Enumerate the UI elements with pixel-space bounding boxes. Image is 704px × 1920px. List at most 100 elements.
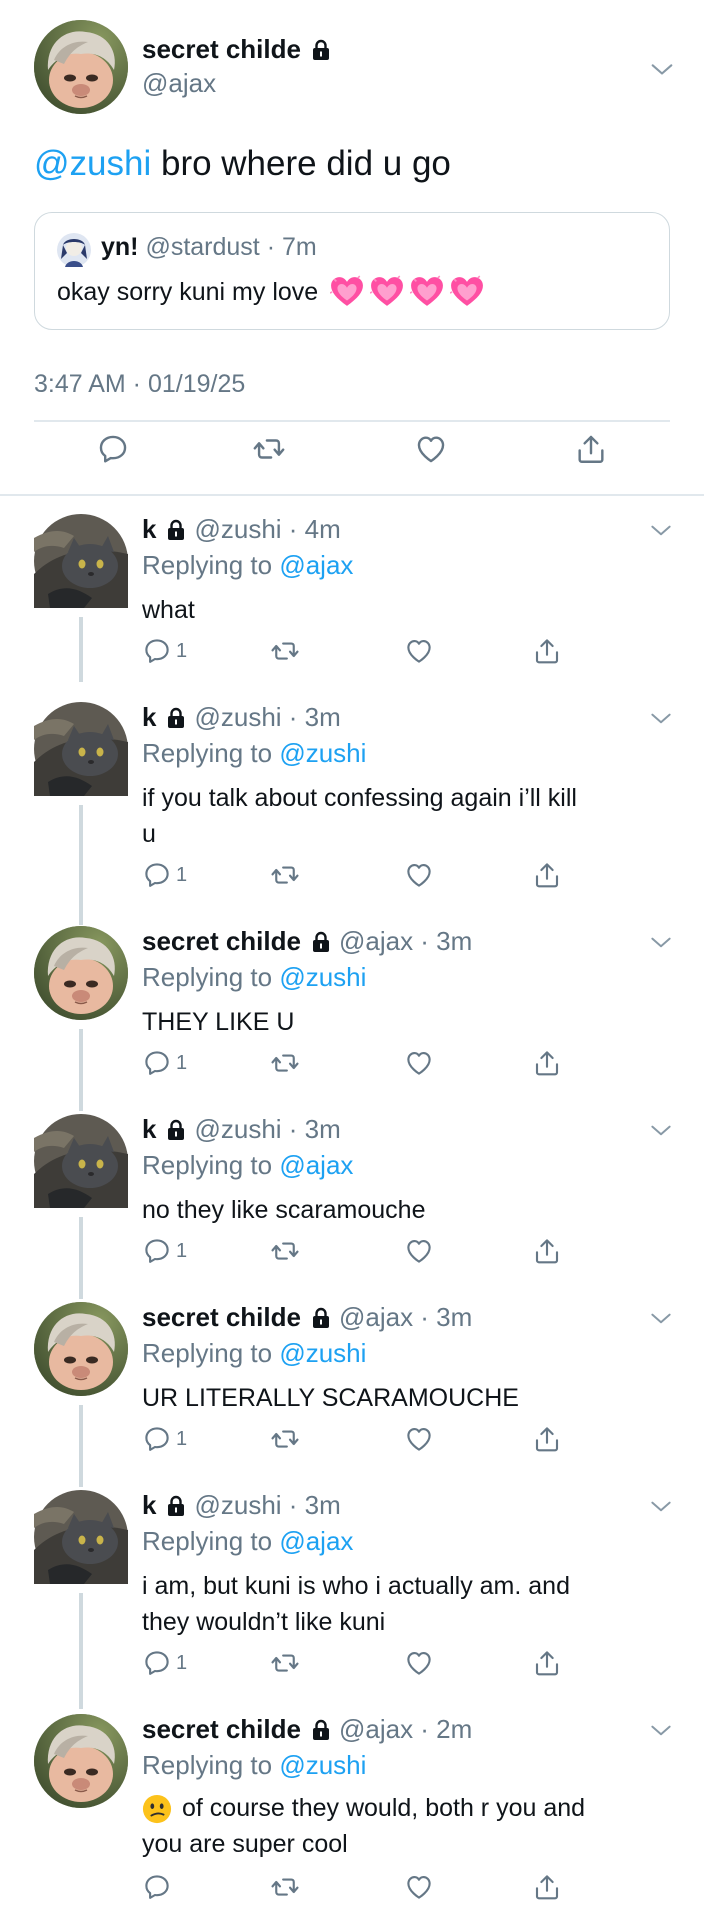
reply-icon[interactable]: [142, 1048, 172, 1078]
like-button[interactable]: [404, 1872, 434, 1902]
reply-icon[interactable]: [142, 1424, 172, 1454]
avatar[interactable]: [34, 926, 128, 1020]
retweet-icon[interactable]: [270, 1048, 300, 1078]
like-button[interactable]: [404, 860, 434, 890]
retweet-button[interactable]: [270, 1424, 300, 1454]
author-handle[interactable]: @ajax: [142, 68, 216, 99]
chevron-down-icon[interactable]: [648, 1306, 674, 1332]
avatar[interactable]: [34, 1490, 128, 1584]
share-icon[interactable]: [574, 432, 608, 466]
reply-tweet[interactable]: k @zushi · 3m Replying to @zushi if you …: [0, 702, 704, 912]
replying-to-link[interactable]: @ajax: [279, 1526, 353, 1556]
reply-button[interactable]: 1: [142, 636, 187, 666]
replying-to-link[interactable]: @ajax: [279, 550, 353, 580]
share-icon[interactable]: [532, 1648, 562, 1678]
replying-to-link[interactable]: @zushi: [279, 1338, 366, 1368]
reply-button[interactable]: 1: [142, 860, 187, 890]
reply-button[interactable]: [142, 1872, 172, 1902]
avatar[interactable]: [34, 1114, 128, 1208]
quoted-tweet[interactable]: yn! @stardust · 7m okay sorry kuni my lo…: [34, 212, 670, 330]
avatar[interactable]: [34, 1714, 128, 1808]
author-name[interactable]: secret childe: [142, 926, 301, 957]
like-button[interactable]: [404, 1236, 434, 1266]
share-icon[interactable]: [532, 636, 562, 666]
retweet-button[interactable]: [270, 1236, 300, 1266]
chevron-down-icon[interactable]: [648, 1494, 674, 1520]
chevron-down-icon[interactable]: [648, 518, 674, 544]
like-button[interactable]: [404, 1048, 434, 1078]
reply-button[interactable]: 1: [142, 1424, 187, 1454]
share-button[interactable]: [532, 1048, 562, 1078]
chevron-down-icon[interactable]: [648, 56, 676, 84]
chevron-down-icon[interactable]: [648, 1718, 674, 1744]
like-icon[interactable]: [404, 1048, 434, 1078]
mention-link[interactable]: @zushi: [34, 144, 151, 183]
replying-to-link[interactable]: @ajax: [279, 1150, 353, 1180]
share-button[interactable]: [532, 1236, 562, 1266]
reply-tweet[interactable]: k @zushi · 3m Replying to @ajax no they …: [0, 1114, 704, 1284]
share-button[interactable]: [532, 1424, 562, 1454]
author-name[interactable]: k: [142, 514, 156, 545]
reply-icon[interactable]: [142, 1872, 172, 1902]
avatar[interactable]: [34, 20, 128, 114]
like-icon[interactable]: [404, 1648, 434, 1678]
like-button[interactable]: [404, 1424, 434, 1454]
retweet-button[interactable]: [270, 636, 300, 666]
replying-to-link[interactable]: @zushi: [279, 1750, 366, 1780]
chevron-down-icon[interactable]: [648, 930, 674, 956]
retweet-button[interactable]: [270, 1648, 300, 1678]
like-button[interactable]: [404, 636, 434, 666]
avatar[interactable]: [34, 1302, 128, 1396]
reply-button[interactable]: 1: [142, 1236, 187, 1266]
share-icon[interactable]: [532, 1048, 562, 1078]
retweet-button[interactable]: [270, 1048, 300, 1078]
like-icon[interactable]: [404, 636, 434, 666]
reply-tweet[interactable]: k @zushi · 3m Replying to @ajax i am, bu…: [0, 1490, 704, 1700]
like-icon[interactable]: [414, 432, 448, 466]
like-icon[interactable]: [404, 1424, 434, 1454]
avatar[interactable]: [34, 514, 128, 608]
reply-tweet[interactable]: secret childe @ajax · 3m Replying to @zu…: [0, 1302, 704, 1472]
reply-tweet[interactable]: k @zushi · 4m Replying to @ajax what 1: [0, 514, 704, 684]
share-icon[interactable]: [532, 860, 562, 890]
retweet-icon[interactable]: [270, 636, 300, 666]
avatar[interactable]: [34, 702, 128, 796]
retweet-button[interactable]: [270, 860, 300, 890]
share-icon[interactable]: [532, 1872, 562, 1902]
reply-button[interactable]: 1: [142, 1648, 187, 1678]
reply-icon[interactable]: [142, 860, 172, 890]
author-name-line[interactable]: secret childe: [142, 34, 333, 65]
reply-icon[interactable]: [142, 1236, 172, 1266]
share-button[interactable]: [532, 1648, 562, 1678]
author-name[interactable]: secret childe: [142, 34, 301, 65]
author-name[interactable]: k: [142, 702, 156, 733]
reply-tweet[interactable]: secret childe @ajax · 3m Replying to @zu…: [0, 926, 704, 1096]
retweet-icon[interactable]: [270, 860, 300, 890]
reply-icon[interactable]: [142, 636, 172, 666]
retweet-icon[interactable]: [252, 432, 286, 466]
reply-tweet[interactable]: secret childe @ajax · 2m Replying to @zu…: [0, 1714, 704, 1920]
share-icon[interactable]: [532, 1236, 562, 1266]
reply-icon[interactable]: [96, 432, 130, 466]
author-name[interactable]: k: [142, 1114, 156, 1145]
retweet-button[interactable]: [270, 1872, 300, 1902]
author-name[interactable]: secret childe: [142, 1714, 301, 1745]
retweet-icon[interactable]: [270, 1424, 300, 1454]
share-icon[interactable]: [532, 1424, 562, 1454]
replying-to-link[interactable]: @zushi: [279, 738, 366, 768]
reply-icon[interactable]: [142, 1648, 172, 1678]
like-icon[interactable]: [404, 1872, 434, 1902]
reply-button[interactable]: 1: [142, 1048, 187, 1078]
author-name[interactable]: k: [142, 1490, 156, 1521]
like-icon[interactable]: [404, 1236, 434, 1266]
chevron-down-icon[interactable]: [648, 706, 674, 732]
replying-to-link[interactable]: @zushi: [279, 962, 366, 992]
share-button[interactable]: [532, 860, 562, 890]
like-button[interactable]: [404, 1648, 434, 1678]
like-icon[interactable]: [404, 860, 434, 890]
retweet-icon[interactable]: [270, 1648, 300, 1678]
retweet-icon[interactable]: [270, 1236, 300, 1266]
chevron-down-icon[interactable]: [648, 1118, 674, 1144]
share-button[interactable]: [532, 636, 562, 666]
retweet-icon[interactable]: [270, 1872, 300, 1902]
